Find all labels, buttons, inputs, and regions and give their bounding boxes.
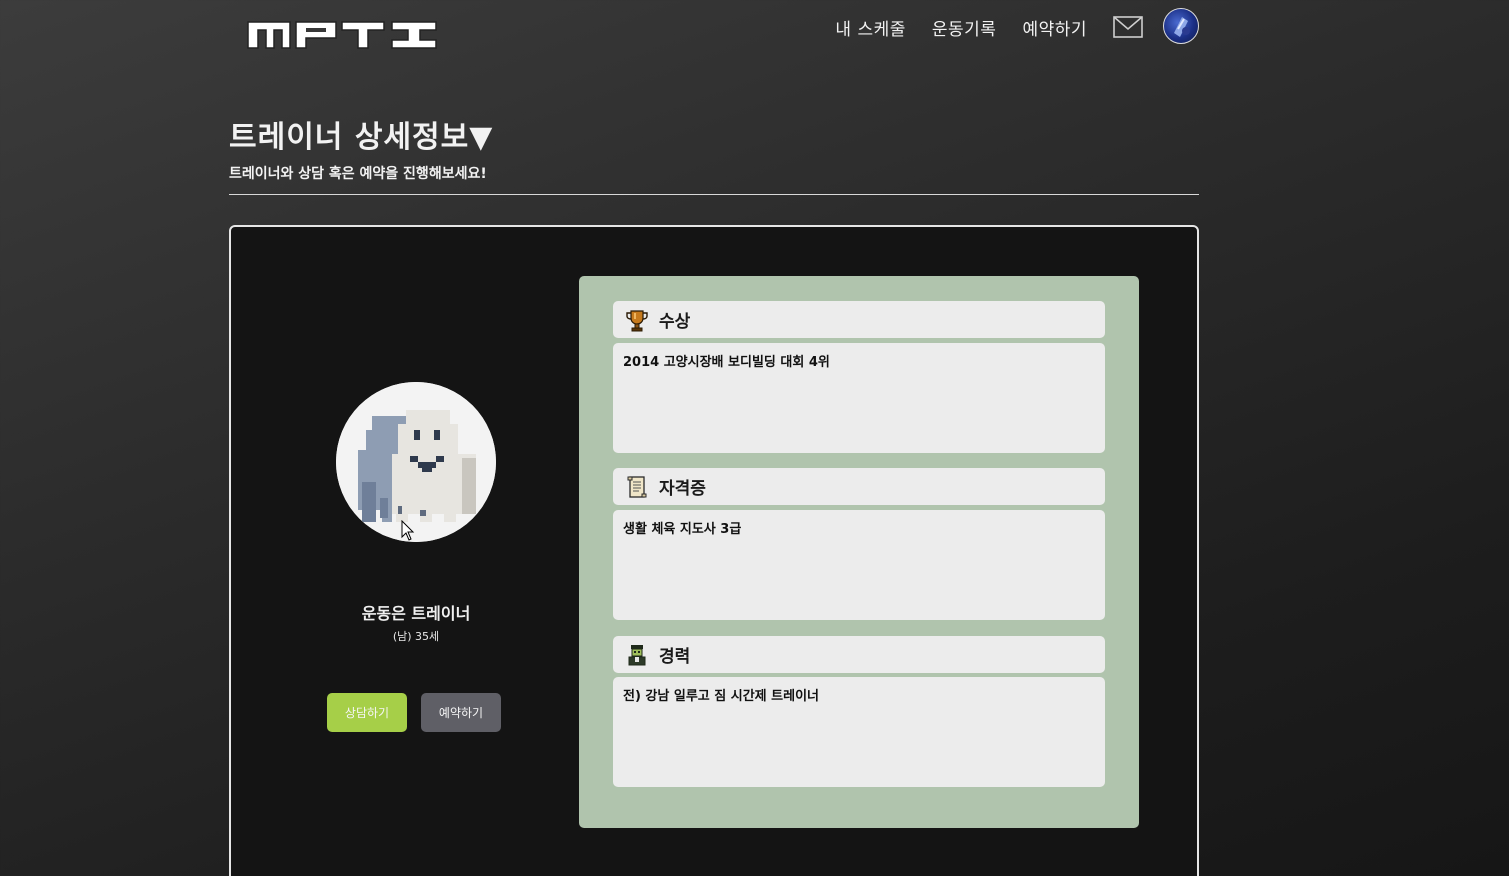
trainer-detail-card: 운동은 트레이너 (남) 35세 상담하기 예약하기 수상 2014 고양시장배… <box>229 225 1199 876</box>
trainer-name: 운동은 트레이너 <box>361 604 471 623</box>
user-avatar-image <box>1174 17 1190 37</box>
award-content: 2014 고양시장배 보디빌딩 대회 4위 <box>613 343 1105 453</box>
reserve-button[interactable]: 예약하기 <box>421 693 501 732</box>
mpti-logo[interactable] <box>246 18 438 52</box>
trainer-gender-age: (남) 35세 <box>392 630 440 643</box>
career-content: 전) 강남 일루고 짐 시간제 트레이너 <box>613 677 1105 787</box>
person-icon <box>628 644 646 665</box>
award-title: 수상 <box>659 312 691 332</box>
certificate-section-header: 자격증 <box>613 468 1105 505</box>
trainer-info-panel: 수상 2014 고양시장배 보디빌딩 대회 4위 자격증 생활 체육 지도사 3… <box>579 276 1139 828</box>
nav-my-schedule[interactable]: 내 스케줄 <box>835 15 905 40</box>
scroll-icon <box>627 475 647 498</box>
certificate-title: 자격증 <box>659 479 706 499</box>
consult-button[interactable]: 상담하기 <box>327 693 407 732</box>
page-subtitle: 트레이너와 상담 혹은 예약을 진행해보세요! <box>229 166 487 182</box>
award-section-header: 수상 <box>613 301 1105 338</box>
trainer-profile-photo <box>336 382 496 542</box>
mouse-cursor-icon <box>401 520 415 541</box>
user-avatar[interactable] <box>1163 8 1199 44</box>
career-section-header: 경력 <box>613 636 1105 673</box>
certificate-content: 생활 체육 지도사 3급 <box>613 510 1105 620</box>
ghost-character-image <box>336 382 496 542</box>
trophy-icon <box>626 309 648 331</box>
nav-reservation[interactable]: 예약하기 <box>1022 15 1087 40</box>
nav-workout-log[interactable]: 운동기록 <box>932 15 997 40</box>
mail-icon[interactable] <box>1113 16 1143 38</box>
page-title: 트레이너 상세정보▼ <box>229 120 494 155</box>
header-divider <box>229 194 1199 195</box>
career-title: 경력 <box>659 647 691 667</box>
top-nav: 내 스케줄 운동기록 예약하기 <box>809 8 1199 44</box>
